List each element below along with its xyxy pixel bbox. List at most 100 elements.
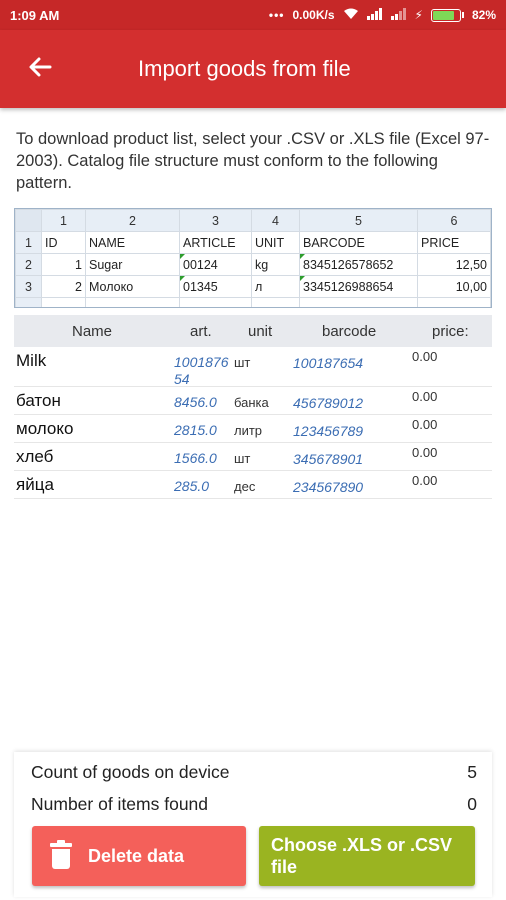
goods-price: 0.00 bbox=[412, 349, 438, 364]
signal-icon bbox=[366, 7, 383, 23]
battery-icon bbox=[430, 8, 464, 22]
goods-row[interactable]: батон 8456.0 банка 456789012 0.00 bbox=[14, 387, 492, 415]
sheet-cell: 10,00 bbox=[417, 275, 491, 298]
count-value: 5 bbox=[467, 762, 477, 782]
sheet-cell: 2 bbox=[41, 275, 86, 298]
delete-label: Delete data bbox=[88, 845, 185, 866]
sheet-cell: ID bbox=[41, 231, 86, 254]
sheet-row-number: 3 bbox=[15, 275, 42, 298]
goods-name: хлеб bbox=[16, 447, 54, 466]
sheet-cell: л bbox=[251, 275, 300, 298]
header-barcode: barcode bbox=[322, 322, 377, 340]
wifi-icon bbox=[343, 8, 359, 23]
goods-list: Milk 100187654 шт 100187654 0.00 батон 8… bbox=[14, 347, 492, 499]
goods-unit: шт bbox=[234, 355, 251, 370]
goods-unit: шт bbox=[234, 451, 251, 466]
sheet-cell: 12,50 bbox=[417, 253, 491, 276]
instructions-text: To download product list, select your .C… bbox=[16, 130, 490, 192]
notification-dots-icon: ••• bbox=[268, 8, 285, 22]
sheet-col-header: 2 bbox=[85, 209, 180, 232]
choose-file-button[interactable]: Choose .XLS or .CSV file bbox=[259, 826, 475, 886]
signal-icon-2 bbox=[390, 7, 407, 23]
sheet-cell: Молоко bbox=[85, 275, 180, 298]
page-title: Import goods from file bbox=[138, 56, 351, 81]
goods-row[interactable]: молоко 2815.0 литр 123456789 0.00 bbox=[14, 415, 492, 443]
goods-barcode: 456789012 bbox=[293, 395, 364, 411]
trash-icon bbox=[50, 840, 72, 869]
goods-unit: литр bbox=[234, 423, 263, 438]
found-value: 0 bbox=[467, 794, 477, 814]
sheet-cell bbox=[179, 297, 252, 307]
sheet-cell: ARTICLE bbox=[179, 231, 252, 254]
sheet-row-number bbox=[15, 297, 42, 307]
goods-art: 1566.0 bbox=[174, 450, 217, 466]
goods-art: 285.0 bbox=[174, 478, 210, 494]
sheet-cell: UNIT bbox=[251, 231, 300, 254]
battery-percent: 82% bbox=[471, 8, 496, 22]
sheet-cell bbox=[417, 297, 491, 307]
goods-row[interactable]: яйца 285.0 дес 234567890 0.00 bbox=[14, 471, 492, 499]
goods-unit: дес bbox=[234, 479, 256, 494]
status-indicators: ••• 0.00K/s ⚡ 82% bbox=[268, 7, 496, 23]
summary-panel: Count of goods on device 5 Number of ite… bbox=[14, 752, 492, 897]
goods-unit: банка bbox=[234, 395, 269, 410]
goods-row[interactable]: хлеб 1566.0 шт 345678901 0.00 bbox=[14, 443, 492, 471]
goods-price: 0.00 bbox=[412, 389, 438, 404]
back-button[interactable] bbox=[0, 30, 80, 108]
sheet-cell bbox=[251, 297, 300, 307]
goods-row[interactable]: Milk 100187654 шт 100187654 0.00 bbox=[14, 347, 492, 387]
sheet-col-header: 3 bbox=[179, 209, 252, 232]
status-bar: 1:09 AM ••• 0.00K/s ⚡ 82% bbox=[0, 0, 506, 30]
app-bar: Import goods from file bbox=[0, 30, 506, 108]
sheet-row-number: 1 bbox=[15, 231, 42, 254]
sheet-corner bbox=[15, 209, 42, 232]
sheet-cell: 1 bbox=[41, 253, 86, 276]
sheet-col-header: 6 bbox=[417, 209, 491, 232]
goods-barcode: 123456789 bbox=[293, 423, 364, 439]
goods-name: яйца bbox=[16, 475, 54, 494]
goods-barcode: 100187654 bbox=[293, 355, 364, 371]
goods-art: 8456.0 bbox=[174, 394, 217, 410]
items-found: Number of items found 0 bbox=[31, 794, 477, 815]
goods-price: 0.00 bbox=[412, 417, 438, 432]
sheet-cell: NAME bbox=[85, 231, 180, 254]
sheet-cell: BARCODE bbox=[299, 231, 418, 254]
header-price: price: bbox=[432, 322, 469, 340]
sheet-row-number: 2 bbox=[15, 253, 42, 276]
goods-art: 2815.0 bbox=[174, 422, 217, 438]
sheet-cell bbox=[85, 297, 180, 307]
charging-icon: ⚡ bbox=[414, 8, 423, 22]
goods-name: батон bbox=[16, 391, 61, 410]
goods-price: 0.00 bbox=[412, 445, 438, 460]
sheet-col-header: 5 bbox=[299, 209, 418, 232]
goods-barcode: 345678901 bbox=[293, 451, 364, 467]
found-label: Number of items found bbox=[31, 794, 209, 814]
count-on-device: Count of goods on device 5 bbox=[31, 762, 477, 783]
sheet-cell: 00124 bbox=[179, 253, 252, 276]
sheet-cell: kg bbox=[251, 253, 300, 276]
goods-table-header: Name art. unit barcode price: bbox=[14, 315, 492, 347]
sheet-cell: 01345 bbox=[179, 275, 252, 298]
network-speed: 0.00K/s bbox=[292, 8, 335, 22]
sheet-cell bbox=[299, 297, 418, 307]
sheet-cell: Sugar bbox=[85, 253, 180, 276]
delete-data-button[interactable]: Delete data bbox=[32, 826, 246, 886]
sheet-cell bbox=[41, 297, 86, 307]
sheet-col-header: 1 bbox=[41, 209, 86, 232]
goods-name: Milk bbox=[16, 351, 47, 370]
goods-name: молоко bbox=[16, 419, 74, 438]
choose-label: Choose .XLS or .CSV file bbox=[271, 835, 453, 877]
sheet-col-header: 4 bbox=[251, 209, 300, 232]
sheet-cell: 8345126578652 bbox=[299, 253, 418, 276]
sheet-cell: 3345126988654 bbox=[299, 275, 418, 298]
header-art: art. bbox=[190, 322, 212, 340]
header-unit: unit bbox=[248, 322, 273, 340]
goods-barcode: 234567890 bbox=[293, 479, 364, 495]
goods-price: 0.00 bbox=[412, 473, 438, 488]
arrow-left-icon bbox=[28, 52, 52, 86]
count-label: Count of goods on device bbox=[31, 762, 230, 782]
goods-art: 100187654 bbox=[174, 354, 229, 387]
status-time: 1:09 AM bbox=[10, 7, 60, 23]
sheet-cell: PRICE bbox=[417, 231, 491, 254]
file-structure-sample: 1 2 3 4 5 6 1 ID NAME ARTICLE UNIT BARCO… bbox=[14, 208, 492, 308]
